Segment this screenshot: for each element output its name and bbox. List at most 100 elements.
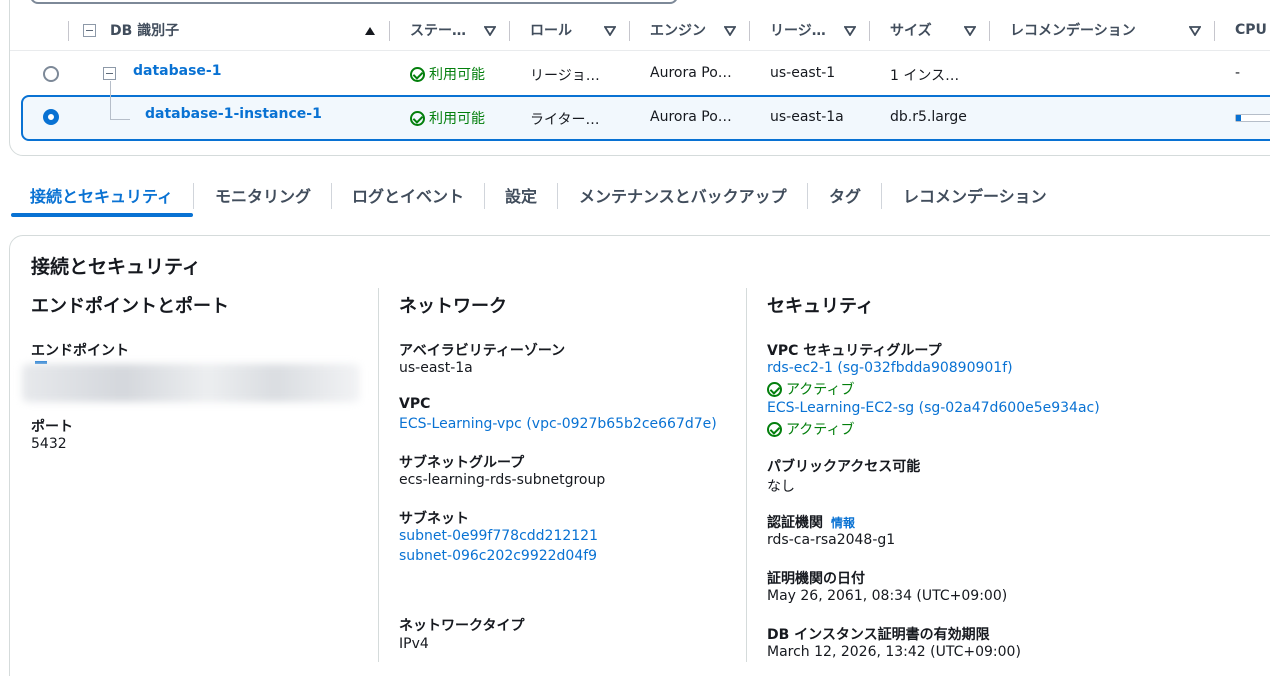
- vpc-label: VPC: [399, 396, 431, 412]
- availability-zone-label: アベイラビリティーゾーン: [399, 343, 566, 359]
- column-divider: [746, 288, 747, 662]
- region-cell: us-east-1a: [770, 109, 844, 125]
- subnets-label: サブネット: [399, 511, 469, 527]
- size-cell: db.r5.large: [890, 109, 967, 125]
- column-divider: [378, 288, 379, 662]
- security-group-status: アクティブ: [767, 419, 854, 439]
- ca-date-value: May 26, 2061, 08:34 (UTC+09:00): [767, 588, 1008, 604]
- column-separator[interactable]: [1214, 21, 1215, 41]
- tab-separator: [193, 183, 194, 209]
- cpu-cell: -: [1235, 65, 1241, 81]
- security-groups-label: VPC セキュリティグループ: [767, 343, 942, 359]
- tab-connectivity-security[interactable]: 接続とセキュリティ: [30, 176, 173, 214]
- row-select-radio[interactable]: [43, 66, 59, 82]
- cert-expiry-value: March 12, 2026, 13:42 (UTC+09:00): [767, 644, 1021, 660]
- status-badge: 利用可能: [410, 64, 485, 84]
- column-header-cpu[interactable]: CPU: [1235, 12, 1267, 48]
- endpoint-value-redacted: [22, 364, 360, 402]
- row-select-radio-checked[interactable]: [43, 109, 59, 125]
- check-circle-icon: [767, 381, 782, 397]
- collapse-all-icon[interactable]: [83, 24, 96, 37]
- tab-recommendations[interactable]: レコメンデーション: [903, 176, 1047, 214]
- public-access-label: パブリックアクセス可能: [767, 459, 921, 475]
- sort-ascending-icon[interactable]: [365, 27, 375, 35]
- column-separator[interactable]: [389, 21, 390, 41]
- sort-icon[interactable]: [484, 26, 496, 36]
- network-type-value: IPv4: [399, 636, 429, 652]
- column-separator[interactable]: [629, 21, 630, 41]
- detail-tabs: 接続とセキュリティ モニタリング ログとイベント 設定 メンテナンスとバックアッ…: [10, 176, 1270, 218]
- column-separator[interactable]: [869, 21, 870, 41]
- tab-logs-events[interactable]: ログとイベント: [352, 176, 464, 214]
- column-header-role[interactable]: ロール: [530, 12, 572, 48]
- port-label: ポート: [31, 419, 73, 435]
- network-type-label: ネットワークタイプ: [399, 618, 525, 634]
- cpu-utilization-bar: [1235, 114, 1270, 122]
- availability-zone-value: us-east-1a: [399, 360, 473, 376]
- tree-connector: [110, 81, 111, 119]
- role-cell: ライター…: [530, 112, 600, 128]
- column-separator: [68, 21, 69, 41]
- tree-connector: [110, 119, 130, 120]
- security-group-link[interactable]: ECS-Learning-EC2-sg (sg-02a47d600e5e934a…: [767, 400, 1100, 416]
- vpc-link[interactable]: ECS-Learning-vpc (vpc-0927b65b2ce667d7e): [399, 416, 717, 432]
- cert-expiry-label: DB インスタンス証明書の有効期限: [767, 627, 990, 643]
- subnet-link[interactable]: subnet-096c202c9922d04f9: [399, 548, 597, 564]
- column-separator[interactable]: [989, 21, 990, 41]
- ca-info-link[interactable]: 情報: [831, 516, 855, 530]
- tab-maintenance-backup[interactable]: メンテナンスとバックアップ: [579, 176, 787, 214]
- tab-monitoring[interactable]: モニタリング: [215, 176, 311, 214]
- active-tab-indicator: [11, 213, 193, 217]
- check-circle-icon: [410, 110, 425, 126]
- check-circle-icon: [410, 66, 425, 82]
- tab-separator: [484, 183, 485, 209]
- section-title-security: セキュリティ: [767, 296, 874, 317]
- column-header-region[interactable]: リージ…: [770, 12, 826, 48]
- column-header-engine[interactable]: エンジン: [650, 12, 706, 48]
- engine-cell: Aurora Po…: [650, 65, 732, 81]
- column-header-size[interactable]: サイズ: [890, 12, 932, 48]
- engine-cell: Aurora Po…: [650, 109, 732, 125]
- tab-separator: [807, 183, 808, 209]
- row-divider: [10, 50, 1270, 51]
- size-cell: 1 インス…: [890, 68, 960, 84]
- subnet-link[interactable]: subnet-0e99f778cdd212121: [399, 528, 598, 544]
- status-badge: 利用可能: [410, 108, 485, 128]
- panel-title: 接続とセキュリティ: [31, 256, 201, 278]
- tab-configuration[interactable]: 設定: [505, 176, 537, 214]
- public-access-value: なし: [767, 479, 795, 495]
- section-title-network: ネットワーク: [399, 296, 507, 317]
- sort-icon[interactable]: [724, 26, 736, 36]
- column-header-status[interactable]: ステー…: [410, 12, 466, 48]
- column-separator[interactable]: [509, 21, 510, 41]
- endpoint-label: エンドポイント: [31, 343, 129, 359]
- tab-separator: [881, 183, 882, 209]
- certificate-authority-value: rds-ca-rsa2048-g1: [767, 532, 896, 548]
- region-cell: us-east-1: [770, 65, 836, 81]
- cpu-utilization-fill: [1236, 115, 1241, 121]
- port-value: 5432: [31, 436, 67, 452]
- sort-icon[interactable]: [964, 26, 976, 36]
- sort-icon[interactable]: [1189, 26, 1201, 36]
- security-group-status: アクティブ: [767, 379, 854, 399]
- ca-date-label: 証明機関の日付: [767, 571, 865, 587]
- tab-tags[interactable]: タグ: [829, 176, 861, 214]
- db-identifier-link[interactable]: database-1: [133, 63, 221, 79]
- sort-icon[interactable]: [604, 26, 616, 36]
- column-header-recommendation[interactable]: レコメンデーション: [1010, 12, 1136, 48]
- column-separator[interactable]: [749, 21, 750, 41]
- collapse-cluster-icon[interactable]: [103, 67, 116, 80]
- certificate-authority-label: 認証機関 情報: [767, 515, 856, 531]
- column-header-db-identifier[interactable]: DB 識別子: [110, 12, 179, 48]
- tab-separator: [557, 183, 558, 209]
- subnet-group-label: サブネットグループ: [399, 455, 525, 471]
- section-title-endpoint: エンドポイントとポート: [31, 296, 229, 317]
- db-identifier-link[interactable]: database-1-instance-1: [145, 106, 322, 122]
- subnet-group-value: ecs-learning-rds-subnetgroup: [399, 472, 606, 488]
- sort-icon[interactable]: [844, 26, 856, 36]
- security-group-link[interactable]: rds-ec2-1 (sg-032fbdda90890901f): [767, 360, 1013, 376]
- check-circle-icon: [767, 421, 782, 437]
- table-toolbar-edge: [30, 0, 678, 4]
- tab-separator: [331, 183, 332, 209]
- role-cell: リージョ…: [530, 68, 600, 84]
